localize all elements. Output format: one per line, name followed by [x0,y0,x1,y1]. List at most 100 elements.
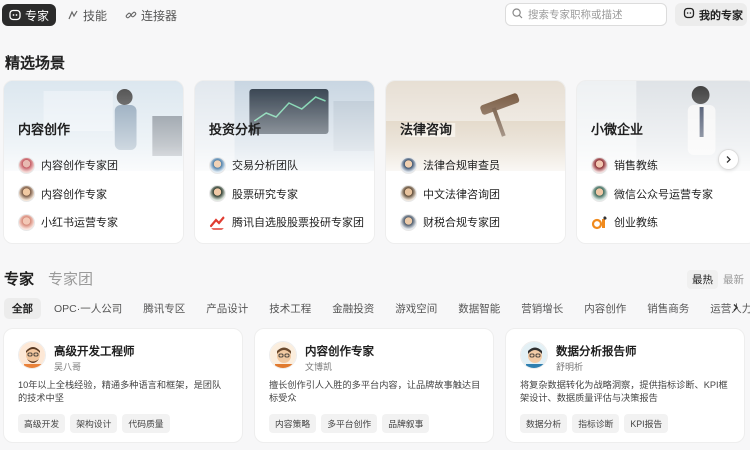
scene-item[interactable]: 股票研究专家 [209,180,364,209]
scene-card-title: 小微企业 [591,122,644,137]
avatar [400,185,417,203]
avatar [18,341,46,369]
nav-experts-label: 专家 [25,8,50,23]
category-chip[interactable]: 游戏空间 [387,298,445,319]
expert-name: 内容创作专家 [305,346,374,358]
category-chip[interactable]: 技术工程 [261,298,319,319]
avatar [591,185,608,203]
search-box[interactable] [505,3,667,26]
scene-item-label: 股票研究专家 [232,188,298,201]
carousel-next-button[interactable] [718,149,739,170]
stock-logo-icon [209,214,226,231]
avatar [591,156,608,174]
category-next-button[interactable] [727,300,743,316]
scene-item-label: 小红书运营专家 [41,217,118,230]
expert-tag: 多平台创作 [321,414,378,433]
expert-card[interactable]: 数据分析报告师 舒明析 将复杂数据转化为战略洞察，提供指标诊断、KPI框架设计、… [505,328,745,443]
my-experts-label: 我的专家 [699,9,743,22]
avatar [520,341,548,369]
avatar [18,185,35,203]
scene-item[interactable]: 财税合规专家团 [400,208,500,237]
category-chip[interactable]: 数据智能 [450,298,508,319]
expert-description: 10年以上全栈经验，精通多种语言和框架，是团队的技术中坚 [18,380,222,403]
avatar [18,213,35,231]
experts-icon [9,9,21,21]
scene-item[interactable]: 法律合规审查员 [400,151,500,180]
category-chip[interactable]: 营销增长 [513,298,571,319]
avatar [209,185,226,203]
scene-item-label: 内容创作专家 [41,188,107,201]
sort-new-button[interactable]: 最新 [718,270,749,289]
my-experts-icon [683,7,695,22]
expert-tag: 指标诊断 [572,414,620,433]
scene-item[interactable]: 创业教练 [591,208,713,237]
tab-expert-teams[interactable]: 专家团 [48,268,93,289]
expert-tag: 品牌叙事 [382,414,430,433]
scene-item-label: 交易分析团队 [232,160,298,173]
scene-card-legal[interactable]: 法律咨询 法律合规审查员 中文法律咨询团 财税合规专家团 [385,80,566,244]
scene-card-investment[interactable]: 投资分析 交易分析团队 股票研究专家 腾讯自选股股票投研专家团 [194,80,375,244]
connector-icon [125,9,137,21]
nav-skills-label: 技能 [83,8,108,23]
avatar [18,156,35,174]
expert-tag: 架构设计 [70,414,118,433]
expert-tag: 数据分析 [520,414,568,433]
scene-item[interactable]: 小红书运营专家 [18,208,118,237]
expert-description: 将复杂数据转化为战略洞察，提供指标诊断、KPI框架设计、数据质量评估与决策报告 [520,380,728,403]
scene-item-label: 中文法律咨询团 [423,188,500,201]
expert-author: 吴八哥 [54,362,82,372]
expert-tag: 高级开发 [18,414,66,433]
search-icon [512,6,523,24]
scene-card-title: 内容创作 [18,122,71,137]
scene-card-title: 法律咨询 [400,122,453,137]
scene-item-label: 法律合规审查员 [423,160,500,173]
chevron-right-icon [724,151,733,169]
scene-item-label: 微信公众号运营专家 [614,188,713,201]
avatar [400,156,417,174]
nav-connectors-tab[interactable]: 连接器 [118,4,184,26]
featured-title: 精选场景 [5,55,66,72]
my-experts-button[interactable]: 我的专家 [675,3,747,26]
top-nav: 专家 技能 连接器 我的专家 [0,0,750,30]
chevron-right-icon [731,299,740,317]
sort-hot-button[interactable]: 最热 [687,270,718,289]
expert-name: 数据分析报告师 [556,346,637,358]
category-filter-bar: 全部 OPC·一人公司 腾讯专区 产品设计 技术工程 金融投资 游戏空间 数据智… [4,297,750,319]
expert-name: 高级开发工程师 [54,346,135,358]
expert-card[interactable]: 内容创作专家 文博凯 擅长创作引人入胜的多平台内容，让品牌故事触达目标受众 内容… [254,328,494,443]
category-chip[interactable]: 腾讯专区 [135,298,193,319]
category-chip[interactable]: 产品设计 [198,298,256,319]
scene-item[interactable]: 内容创作专家团 [18,151,118,180]
expert-tag: 代码质量 [122,414,170,433]
skills-icon [67,9,79,21]
category-chip[interactable]: OPC·一人公司 [46,298,130,319]
nav-connectors-label: 连接器 [141,8,178,23]
search-input[interactable] [528,8,658,21]
avatar [269,341,297,369]
avatar [400,213,417,231]
category-chip[interactable]: 全部 [4,297,41,319]
expert-description: 擅长创作引人入胜的多平台内容，让品牌故事触达目标受众 [269,380,481,403]
scene-item[interactable]: 销售教练 [591,151,713,180]
scene-item[interactable]: 腾讯自选股股票投研专家团 [209,208,364,237]
scene-item[interactable]: 内容创作专家 [18,180,118,209]
scene-item-label: 创业教练 [614,217,658,230]
scene-item[interactable]: 微信公众号运营专家 [591,180,713,209]
scene-item[interactable]: 交易分析团队 [209,151,364,180]
scene-card-title: 投资分析 [209,122,262,137]
category-chip[interactable]: 内容创作 [576,298,634,319]
scene-item-label: 腾讯自选股股票投研专家团 [232,217,364,230]
scene-item-label: 内容创作专家团 [41,160,118,173]
nav-skills-tab[interactable]: 技能 [60,4,114,26]
tab-experts[interactable]: 专家 [4,268,34,289]
scene-item-label: 销售教练 [614,160,658,173]
startup-logo-icon [591,214,608,231]
category-chip[interactable]: 金融投资 [324,298,382,319]
expert-card[interactable]: 高级开发工程师 吴八哥 10年以上全栈经验，精通多种语言和框架，是团队的技术中坚… [3,328,243,443]
expert-author: 文博凯 [305,362,333,372]
scene-item[interactable]: 中文法律咨询团 [400,180,500,209]
scene-card-content[interactable]: 内容创作 内容创作专家团 内容创作专家 小红书运营专家 [3,80,184,244]
nav-experts-tab[interactable]: 专家 [2,4,57,26]
category-chip[interactable]: 销售商务 [639,298,697,319]
expert-tag: KPI报告 [624,414,669,433]
